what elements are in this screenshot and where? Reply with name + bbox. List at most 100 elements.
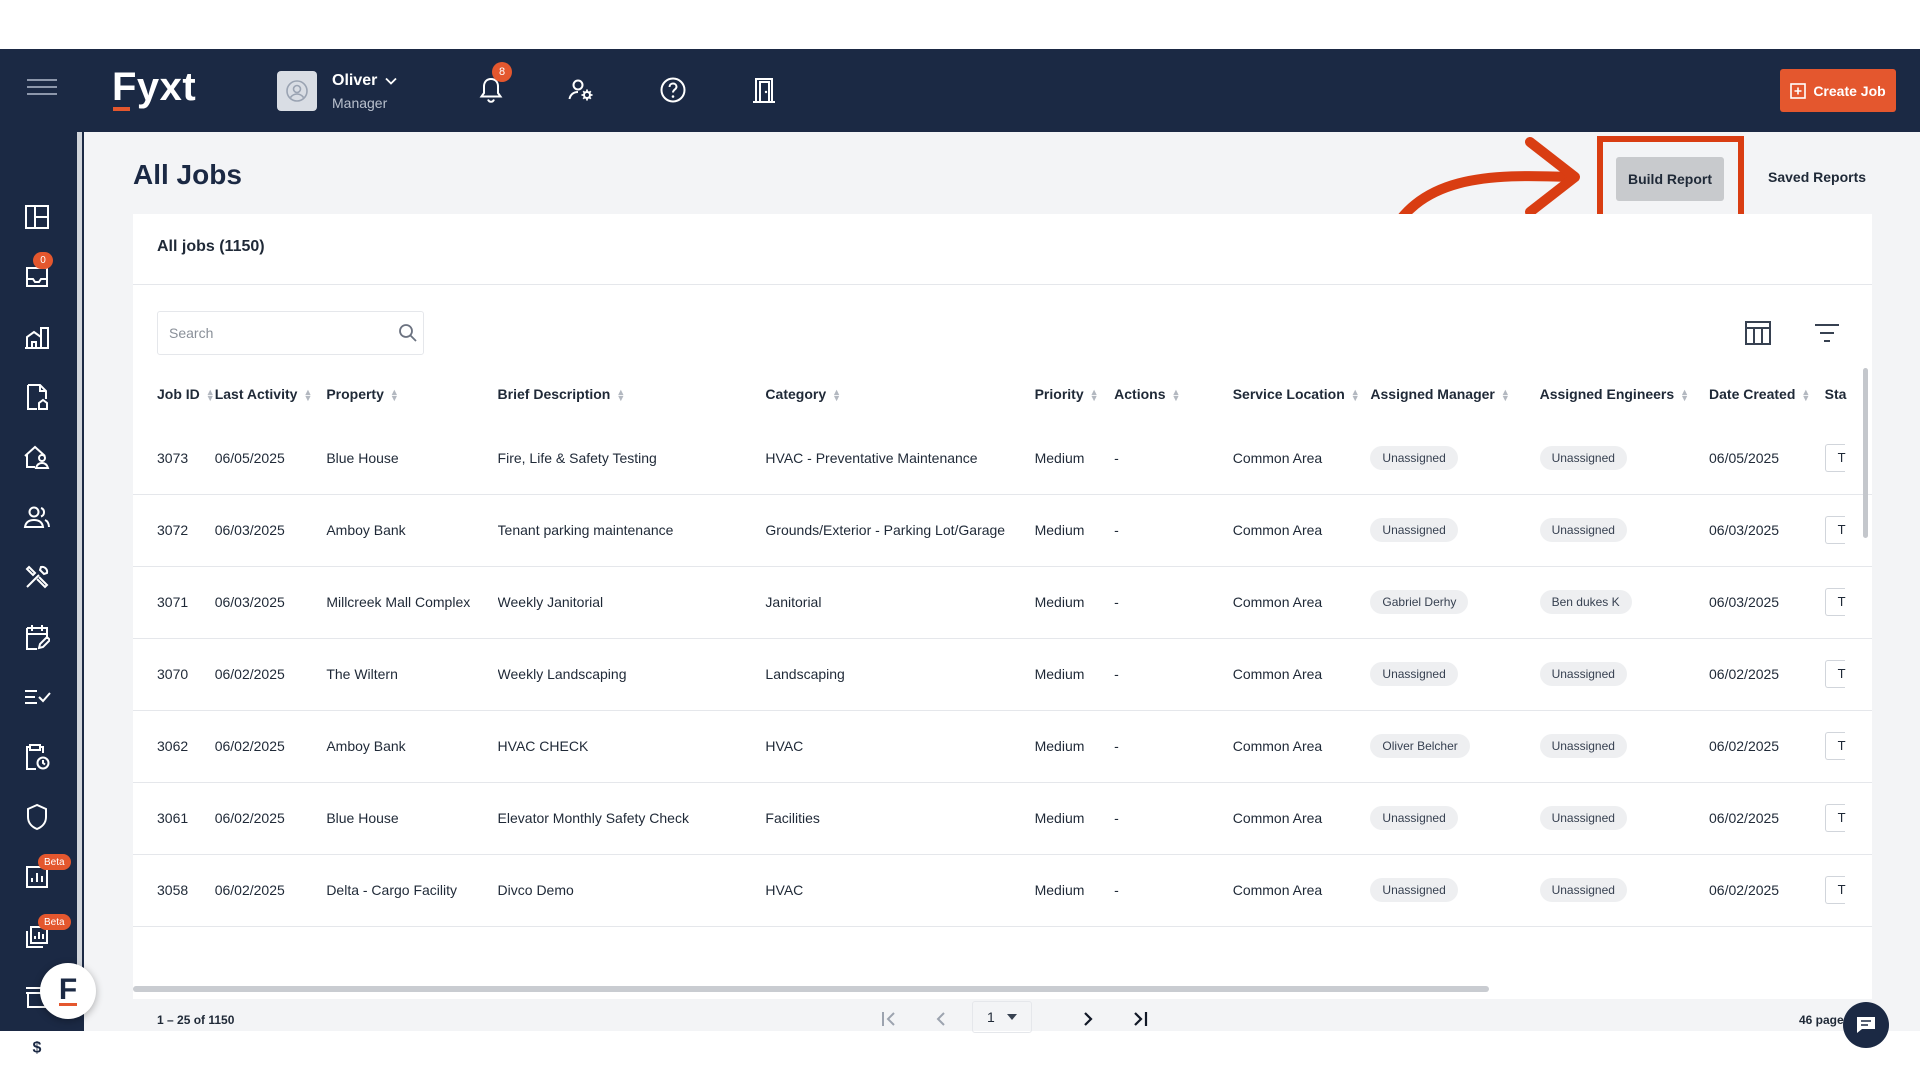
search-input[interactable] — [169, 325, 379, 341]
divider — [133, 284, 1872, 285]
column-header[interactable]: Assigned Manager ▲ ▼ — [1370, 366, 1539, 422]
fyxt-assistant-button[interactable]: F — [40, 963, 96, 1019]
search-icon[interactable] — [398, 323, 418, 343]
cell-text: 06/02/2025 — [1709, 882, 1780, 898]
assigned-manager-chip: Unassigned — [1370, 878, 1458, 902]
door-exit-icon[interactable] — [746, 72, 782, 108]
table-cell: 3062 — [133, 710, 215, 783]
dashboard-icon[interactable] — [22, 202, 52, 232]
table-row[interactable]: 3058 06/02/2025 Delta - Cargo Facility Divc… — [133, 854, 1872, 927]
table-cell: - — [1114, 710, 1233, 783]
column-header[interactable]: Priority ▲ ▼ — [1035, 366, 1115, 422]
table-cell: Janitorial — [765, 566, 1035, 639]
tools-icon[interactable] — [22, 562, 52, 592]
column-header[interactable]: Category ▲ ▼ — [765, 366, 1034, 422]
assigned-engineer-chip: Unassigned — [1539, 734, 1627, 758]
chat-button[interactable] — [1843, 1002, 1889, 1048]
sort-icon[interactable]: ▲ ▼ — [1801, 388, 1810, 403]
clipboard-icon[interactable] — [22, 742, 52, 772]
cell-text: Grounds/Exterior - Parking Lot/Garage — [765, 522, 1006, 538]
table-cell: Medium — [1034, 422, 1115, 495]
previous-page-icon[interactable] — [925, 1003, 957, 1035]
search-field[interactable] — [157, 311, 424, 355]
tenants-icon[interactable] — [22, 442, 52, 472]
table-cell: Medium — [1034, 854, 1115, 927]
sidebar-scrollbar[interactable] — [77, 132, 82, 1012]
cell-text: Medium — [1034, 882, 1085, 898]
avatar[interactable] — [277, 71, 317, 111]
table-cell: T — [1824, 566, 1872, 639]
contacts-icon[interactable] — [22, 502, 52, 532]
sort-icon[interactable]: ▲ ▼ — [303, 388, 312, 403]
next-page-icon[interactable] — [1072, 1003, 1104, 1035]
filter-icon[interactable] — [1813, 320, 1841, 346]
create-job-button[interactable]: Create Job — [1780, 69, 1896, 112]
sort-icon[interactable]: ▲ ▼ — [206, 388, 215, 403]
table-cell: Weekly Janitorial — [497, 566, 766, 639]
column-header[interactable]: Assigned Engineers ▲ ▼ — [1540, 366, 1709, 422]
sort-icon[interactable]: ▲ ▼ — [1351, 388, 1360, 403]
cell-text: Medium — [1034, 594, 1085, 610]
current-page: 1 — [987, 1009, 995, 1025]
column-label: Brief Description — [497, 386, 611, 402]
sort-icon[interactable]: ▲ ▼ — [616, 388, 625, 403]
table-cell: 06/02/2025 — [214, 710, 327, 783]
properties-icon[interactable] — [22, 322, 52, 352]
column-settings-icon[interactable] — [1744, 320, 1772, 346]
column-label: Date Created — [1709, 386, 1796, 402]
page-select[interactable]: 1 — [972, 1001, 1032, 1033]
saved-reports-button[interactable]: Saved Reports — [1768, 169, 1866, 185]
first-page-icon[interactable] — [873, 1003, 905, 1035]
table-row[interactable]: 3072 06/03/2025 Amboy Bank Tenant parking m… — [133, 494, 1872, 567]
table-row[interactable]: 3070 06/02/2025 The Wiltern Weekly Landscap… — [133, 638, 1872, 711]
table-cell: 06/02/2025 — [1709, 854, 1825, 927]
user-icon — [286, 80, 308, 102]
user-name[interactable]: Oliver — [332, 72, 377, 90]
checklist-icon[interactable] — [22, 682, 52, 712]
table-vertical-scrollbar[interactable] — [1863, 368, 1868, 538]
jobs-card: All jobs (1150) Job ID▲▼ Last Activity▲▼… — [133, 214, 1872, 999]
sort-icon[interactable]: ▲ ▼ — [1680, 388, 1689, 403]
sort-icon[interactable]: ▲ ▼ — [1172, 388, 1181, 403]
sort-icon[interactable]: ▲ ▼ — [390, 388, 399, 403]
documents-icon[interactable] — [22, 382, 52, 412]
table-cell: - — [1114, 854, 1233, 927]
table-cell: Unassigned — [1539, 710, 1710, 783]
sort-icon[interactable]: ▲ ▼ — [832, 388, 841, 403]
column-header[interactable]: Brief Description ▲ ▼ — [498, 366, 766, 422]
app-logo[interactable]: Fyxt — [112, 65, 196, 110]
column-header[interactable]: Service Location ▲ ▼ — [1233, 366, 1371, 422]
billing-icon[interactable]: $ — [22, 1032, 52, 1062]
table-row[interactable]: 3071 06/03/2025 Millcreek Mall Complex Week… — [133, 566, 1872, 639]
column-header[interactable]: Job ID ▲ ▼ — [133, 366, 215, 422]
column-header[interactable]: Last Activity ▲ ▼ — [215, 366, 327, 422]
chevron-down-icon[interactable] — [384, 74, 398, 88]
column-header[interactable]: Actions ▲ ▼ — [1114, 366, 1233, 422]
sort-icon[interactable]: ▲ ▼ — [1090, 388, 1099, 403]
table-cell: Common Area — [1232, 638, 1371, 711]
last-page-icon[interactable] — [1124, 1003, 1156, 1035]
table-cell: 3073 — [133, 422, 215, 495]
beta-badge: Beta — [38, 914, 71, 930]
table-row[interactable]: 3062 06/02/2025 Amboy Bank HVAC CHECK HVAC Me… — [133, 710, 1872, 783]
table-cell: Millcreek Mall Complex — [326, 566, 498, 639]
sort-icon[interactable]: ▲ ▼ — [1501, 388, 1510, 403]
shield-icon[interactable] — [22, 802, 52, 832]
assigned-manager-chip: Gabriel Derhy — [1370, 590, 1469, 614]
user-settings-icon[interactable] — [563, 72, 599, 108]
assigned-manager-chip: Unassigned — [1370, 662, 1458, 686]
table-cell: 3061 — [133, 782, 215, 855]
calendar-icon[interactable] — [22, 622, 52, 652]
menu-icon[interactable] — [27, 79, 57, 99]
table-horizontal-scrollbar[interactable] — [133, 986, 1489, 992]
status-cell: T — [1824, 516, 1846, 544]
cell-text: Medium — [1034, 738, 1085, 754]
highlight-frame — [1597, 136, 1744, 222]
table-row[interactable]: 3061 06/02/2025 Blue House Elevator Monthly… — [133, 782, 1872, 855]
table-row[interactable]: 3073 06/05/2025 Blue House Fire, Life & Saf… — [133, 422, 1872, 495]
column-label: Assigned Engineers — [1539, 386, 1675, 402]
table-cell: 06/03/2025 — [1709, 566, 1825, 639]
column-header[interactable]: Date Created ▲ ▼ — [1709, 366, 1825, 422]
help-icon[interactable] — [655, 72, 691, 108]
column-header[interactable]: Property ▲ ▼ — [326, 366, 497, 422]
